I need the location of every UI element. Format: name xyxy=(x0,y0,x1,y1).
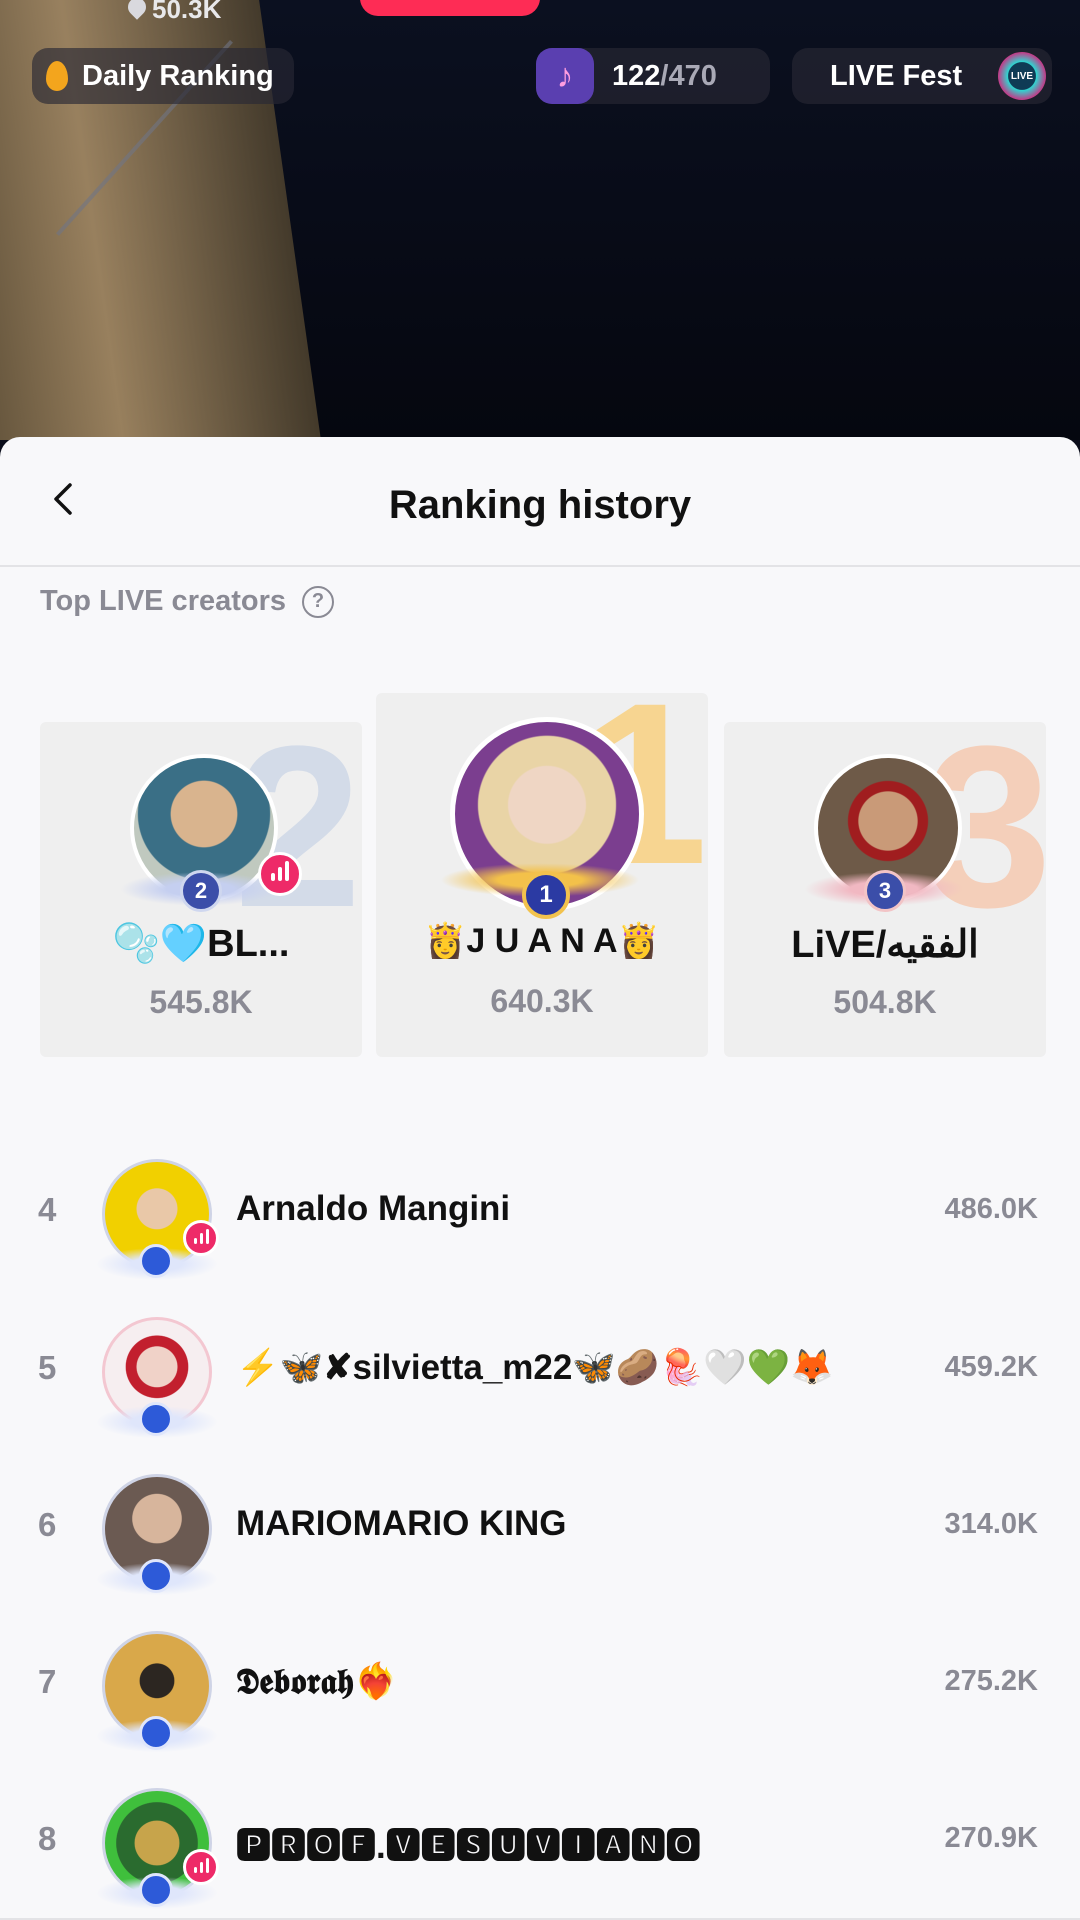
sheet-header: Ranking history xyxy=(0,437,1080,567)
creator-score: 270.9K xyxy=(944,1822,1038,1854)
daily-ranking-chip[interactable]: Daily Ranking xyxy=(32,48,294,104)
live-fest-chip[interactable]: LIVE Fest LIVE xyxy=(792,48,1052,104)
ranking-row[interactable]: 8 🅿🆁🅾🅵.🆅🅴🆂🆄🆅🅸🅰🅽🅾 270.9K xyxy=(0,1768,1080,1909)
creator-score: 486.0K xyxy=(944,1193,1038,1225)
rank-badge: 1 xyxy=(522,871,570,919)
creator-score: 545.8K xyxy=(149,984,253,1020)
creator-score: 640.3K xyxy=(490,983,594,1019)
rank-number: 8 xyxy=(38,1820,57,1857)
live-signal-icon xyxy=(258,852,302,896)
rank-number: 5 xyxy=(38,1349,57,1386)
section-label: Top LIVE creators ? xyxy=(40,585,335,618)
ranking-history-sheet: Ranking history Top LIVE creators ? 2 2 … xyxy=(0,437,1080,1920)
ranking-row[interactable]: 6 MARIOMARIO KING 314.0K xyxy=(0,1454,1080,1595)
live-fest-badge: LIVE xyxy=(998,52,1046,100)
progress-chip[interactable]: ♪ 122/470 xyxy=(536,48,770,104)
live-fest-label: LIVE Fest xyxy=(830,59,963,92)
daily-ranking-label: Daily Ranking xyxy=(82,59,274,92)
creator-name: ⚡🦋✘silvietta_m22🦋🥔🪼🤍💚🦊 xyxy=(236,1348,834,1387)
likes-count: 50.3K xyxy=(124,0,221,25)
creator-name: LiVE/الفقيه xyxy=(791,924,979,966)
creator-name: 👸J U A N A👸 xyxy=(424,922,660,960)
podium-rank-2[interactable]: 2 2 🫧🩵BL... 545.8K xyxy=(40,712,362,1057)
creator-name: 🫧🩵BL... xyxy=(112,923,290,965)
creator-score: 275.2K xyxy=(944,1665,1038,1697)
rank-badge: 3 xyxy=(864,870,906,912)
creator-name: Arnaldo Mangini xyxy=(236,1189,511,1228)
progress-current: 122 xyxy=(612,59,661,92)
heart-icon xyxy=(124,0,150,20)
avatar xyxy=(97,1631,217,1752)
podium-rank-1[interactable]: 1 1 👸J U A N A👸 640.3K xyxy=(376,669,708,1057)
avatar xyxy=(97,1317,217,1438)
avatar xyxy=(97,1159,219,1280)
flame-icon xyxy=(46,61,68,91)
help-circle-icon[interactable]: ? xyxy=(302,585,335,618)
progress-total: /470 xyxy=(660,59,717,92)
rank-badge: 2 xyxy=(180,870,222,912)
creator-score: 459.2K xyxy=(944,1351,1038,1383)
creator-score: 314.0K xyxy=(944,1508,1038,1540)
ranking-row[interactable]: 5 ⚡🦋✘silvietta_m22🦋🥔🪼🤍💚🦊 459.2K xyxy=(0,1297,1080,1438)
ranking-row[interactable]: 4 Arnaldo Mangini 486.0K xyxy=(0,1139,1080,1280)
live-signal-icon xyxy=(183,1220,219,1256)
avatar xyxy=(97,1788,219,1909)
rank-number: 7 xyxy=(38,1663,57,1700)
creator-name: MARIOMARIO KING xyxy=(236,1504,567,1543)
creator-name: 𝕯𝖊𝖇𝖔𝖗𝖆𝖍❤️‍🔥 xyxy=(236,1661,398,1702)
avatar xyxy=(97,1474,217,1595)
follow-button[interactable] xyxy=(360,0,540,16)
creator-score: 504.8K xyxy=(833,984,937,1020)
music-note-icon: ♪ xyxy=(536,48,594,104)
ranking-row[interactable]: 7 𝕯𝖊𝖇𝖔𝖗𝖆𝖍❤️‍🔥 275.2K xyxy=(0,1611,1080,1752)
creator-name: 🅿🆁🅾🅵.🆅🅴🆂🆄🆅🅸🅰🅽🅾 xyxy=(236,1827,701,1866)
podium-rank-3[interactable]: 3 3 LiVE/الفقيه 504.8K xyxy=(724,712,1052,1057)
rank-number: 6 xyxy=(38,1506,57,1543)
top-strip: 50.3K xyxy=(0,0,1080,24)
page-title: Ranking history xyxy=(388,483,692,527)
live-signal-icon xyxy=(183,1849,219,1885)
rank-number: 4 xyxy=(38,1191,57,1228)
